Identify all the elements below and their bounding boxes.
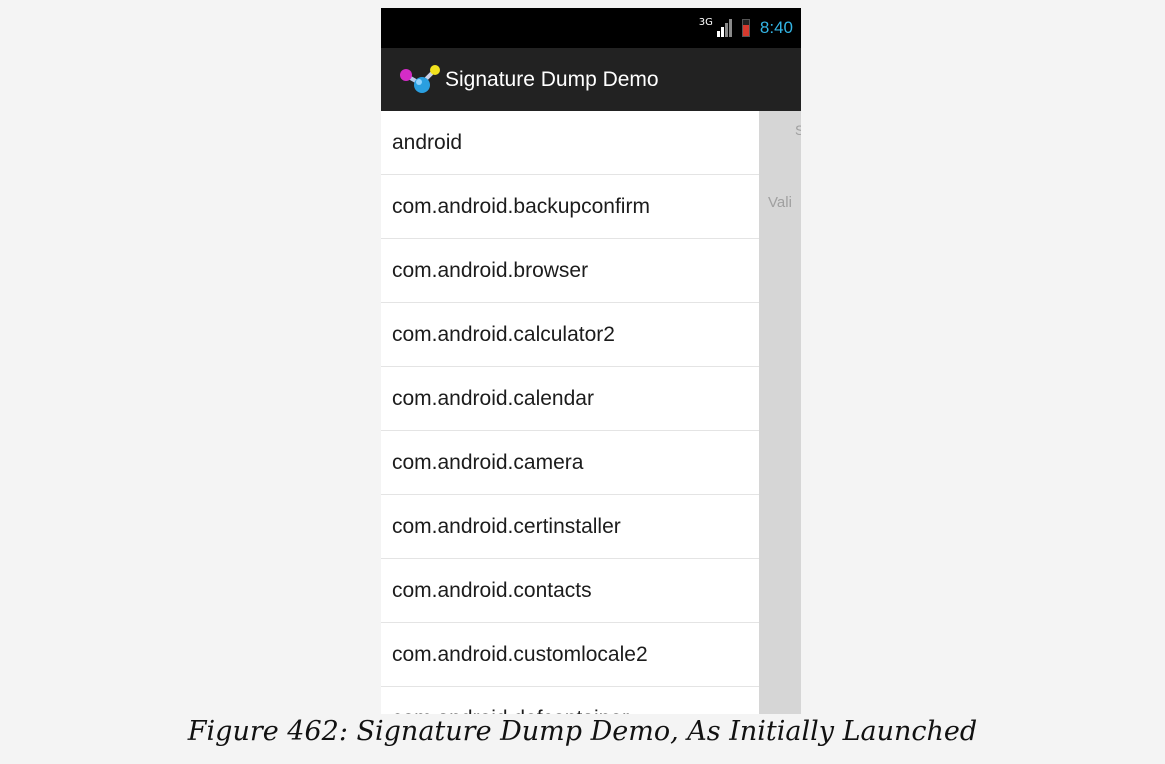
status-time: 8:40: [759, 18, 793, 37]
status-bar: 3G 8:40: [381, 8, 801, 48]
signature-detail-pane: S Vali: [759, 111, 801, 714]
valid-label: Vali: [768, 194, 792, 211]
signal-icon: [716, 19, 732, 37]
list-item[interactable]: com.android.backupconfirm: [381, 175, 759, 239]
list-item[interactable]: com.android.browser: [381, 239, 759, 303]
list-item[interactable]: com.android.calendar: [381, 367, 759, 431]
package-list[interactable]: android com.android.backupconfirm com.an…: [381, 111, 759, 714]
app-title: Signature Dump Demo: [445, 67, 659, 91]
action-bar: Signature Dump Demo: [381, 48, 801, 111]
list-item[interactable]: android: [381, 111, 759, 175]
status-icons: 3G 8:40: [699, 8, 793, 48]
list-item[interactable]: com.android.defcontainer: [381, 687, 759, 715]
list-item[interactable]: com.android.customlocale2: [381, 623, 759, 687]
app-icon[interactable]: [397, 62, 443, 98]
battery-icon: [741, 19, 750, 37]
list-item[interactable]: com.android.certinstaller: [381, 495, 759, 559]
list-item[interactable]: com.android.contacts: [381, 559, 759, 623]
figure-caption: Figure 462: Signature Dump Demo, As Init…: [187, 716, 978, 747]
network-type: 3G: [698, 16, 713, 28]
list-item[interactable]: com.android.camera: [381, 431, 759, 495]
subject-label: S: [795, 122, 801, 138]
device-screen: 3G 8:40 Signature Dump Demo android com.…: [381, 8, 801, 714]
list-item[interactable]: com.android.calculator2: [381, 303, 759, 367]
